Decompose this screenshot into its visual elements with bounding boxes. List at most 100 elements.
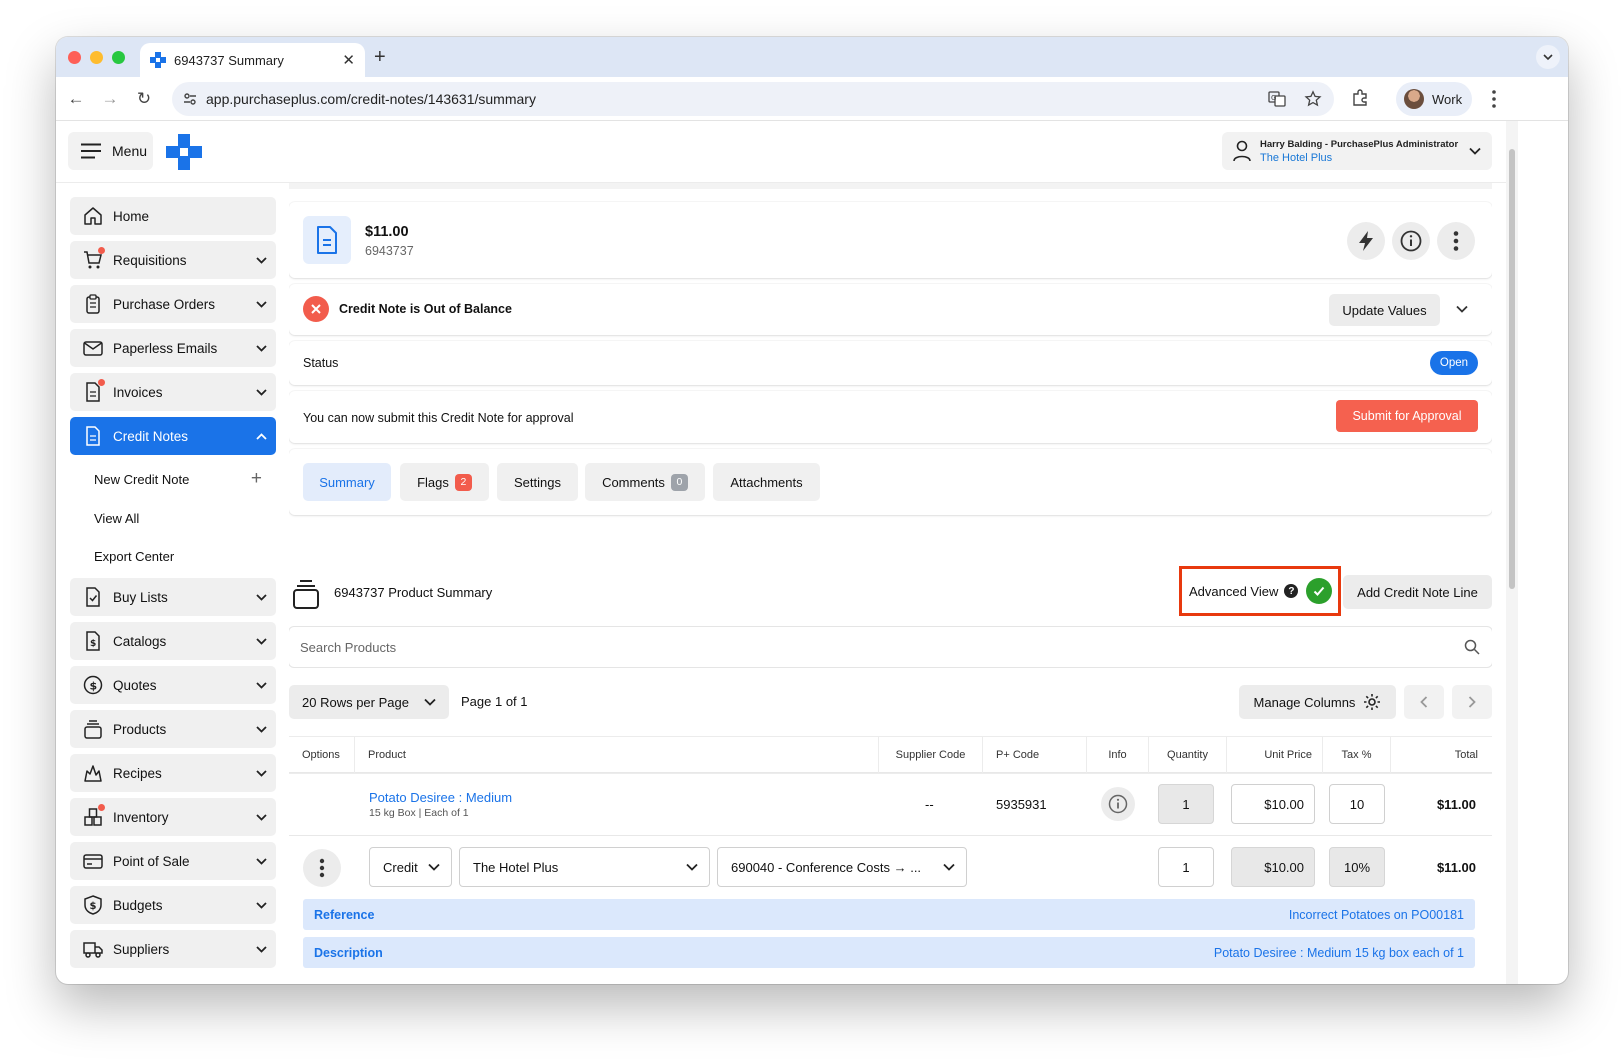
close-window-button[interactable] [68,51,81,64]
column-header-quantity: Quantity [1149,737,1227,773]
sidebar-item-catalogs[interactable]: $ Catalogs [70,622,276,660]
user-account-menu[interactable]: Harry Balding - PurchasePlus Administrat… [1222,132,1492,170]
search-products-input[interactable]: Search Products [289,627,1492,667]
bookmark-star-icon[interactable] [1304,90,1322,108]
address-bar[interactable]: app.purchaseplus.com/credit-notes/143631… [172,82,1334,116]
forward-icon[interactable]: → [98,87,122,111]
sidebar-item-label: Credit Notes [113,428,189,444]
mail-icon [82,337,104,359]
chevron-right-icon [1468,696,1476,708]
product-info-button[interactable] [1101,787,1135,821]
svg-text:$: $ [90,680,98,693]
tab-summary[interactable]: Summary [303,463,391,501]
maximize-window-button[interactable] [112,51,125,64]
department-select[interactable]: The Hotel Plus [459,847,710,887]
sidebar-item-point-of-sale[interactable]: Point of Sale [70,842,276,880]
status-card: Status Open [289,341,1492,385]
sidebar-item-inventory[interactable]: Inventory [70,798,276,836]
scrollbar-thumb[interactable] [1509,149,1515,589]
dollar-circle-icon: $ [82,674,104,696]
next-page-button[interactable] [1452,685,1492,719]
line-tax-field[interactable]: 10% [1329,847,1385,887]
browser-tab[interactable]: 6943737 Summary ✕ [140,43,365,77]
add-credit-note-line-button[interactable]: Add Credit Note Line [1343,575,1492,609]
tab-settings[interactable]: Settings [497,463,578,501]
profile-chip[interactable]: Work [1396,82,1472,116]
supplier-code: -- [925,797,934,812]
chevron-down-icon[interactable] [1455,302,1469,316]
column-header-supplier-code: Supplier Code [879,737,983,773]
sidebar-item-home[interactable]: Home [70,197,276,235]
chevron-down-icon [246,723,276,736]
menu-button[interactable]: Menu [68,132,153,170]
manage-columns-button[interactable]: Manage Columns [1239,685,1396,719]
chevron-down-icon [943,863,955,871]
line-type-select[interactable]: Credit [369,847,452,887]
site-settings-icon[interactable] [182,91,198,107]
dollar-doc-icon: $ [82,630,104,652]
account-select[interactable]: 690040 - Conference Costs → ... [717,847,967,887]
flags-count-badge: 2 [454,473,472,491]
sidebar-item-quotes[interactable]: $ Quotes [70,666,276,704]
translate-icon[interactable]: G [1268,90,1286,108]
notification-dot [98,804,105,811]
more-options-button[interactable] [1437,222,1475,260]
reload-icon[interactable]: ↻ [132,87,156,111]
sidebar-subitem-export-center[interactable]: Export Center [94,541,276,571]
sidebar-item-requisitions[interactable]: Requisitions [70,241,276,279]
info-button[interactable] [1392,222,1430,260]
rows-per-page-select[interactable]: 20 Rows per Page [289,685,449,719]
close-tab-icon[interactable]: ✕ [342,51,355,69]
column-header-p-code: P+ Code [983,737,1087,773]
sidebar-item-paperless-emails[interactable]: Paperless Emails [70,329,276,367]
advanced-view-toggle[interactable]: Advanced View ? [1179,566,1341,616]
plus-icon[interactable]: + [251,468,262,490]
tab-search-button[interactable] [1536,45,1560,69]
sidebar-item-suppliers[interactable]: Suppliers [70,930,276,968]
quantity-field[interactable]: 1 [1158,784,1214,824]
column-header-info: Info [1087,737,1149,773]
product-table: Options Product Supplier Code P+ Code In… [289,737,1492,984]
quick-actions-button[interactable] [1347,222,1385,260]
sidebar-subitem-new-credit-note[interactable]: New Credit Note + [94,464,276,494]
sidebar-item-invoices[interactable]: Invoices [70,373,276,411]
line-quantity-field[interactable]: 1 [1158,847,1214,887]
update-values-button[interactable]: Update Values [1329,294,1440,326]
submit-card: You can now submit this Credit Note for … [289,391,1492,443]
sidebar-item-purchase-orders[interactable]: Purchase Orders [70,285,276,323]
back-icon[interactable]: ← [64,87,88,111]
line-unit-price-field[interactable]: $10.00 [1231,847,1315,887]
tab-flags[interactable]: Flags 2 [400,463,489,501]
previous-page-button[interactable] [1404,685,1444,719]
extensions-icon[interactable] [1350,88,1370,108]
tab-attachments[interactable]: Attachments [713,463,820,501]
new-tab-icon[interactable]: + [374,46,386,69]
sidebar-item-products[interactable]: Products [70,710,276,748]
minimize-window-button[interactable] [90,51,103,64]
check-icon[interactable] [1306,578,1333,604]
clipboard-icon [82,293,104,315]
sidebar-item-credit-notes[interactable]: Credit Notes [70,417,276,455]
sidebar-subitem-view-all[interactable]: View All [94,503,276,533]
search-placeholder: Search Products [300,640,397,655]
sidebar-item-recipes[interactable]: Recipes [70,754,276,792]
purchaseplus-logo[interactable] [166,134,202,170]
avatar [1404,89,1424,109]
unit-price-field[interactable]: $10.00 [1231,784,1315,824]
account-value: 690040 - Conference Costs → ... [731,859,922,875]
svg-text:$: $ [90,901,97,912]
submit-for-approval-button[interactable]: Submit for Approval [1336,400,1478,432]
purchaseplus-favicon-icon [150,52,166,68]
tab-comments[interactable]: Comments 0 [585,463,705,501]
sidebar-item-budgets[interactable]: $ Budgets [70,886,276,924]
line-options-button[interactable] [303,849,341,887]
chevron-down-icon [1469,147,1481,155]
browser-titlebar: 6943737 Summary ✕ + [56,37,1568,77]
product-name-link[interactable]: Potato Desiree : Medium [369,790,512,805]
svg-text:$: $ [90,639,96,649]
help-icon[interactable]: ? [1284,584,1299,598]
browser-menu-icon[interactable] [1484,87,1504,111]
sidebar-item-buy-lists[interactable]: Buy Lists [70,578,276,616]
page-scrollbar[interactable] [1506,121,1518,984]
tax-field[interactable]: 10 [1329,784,1385,824]
